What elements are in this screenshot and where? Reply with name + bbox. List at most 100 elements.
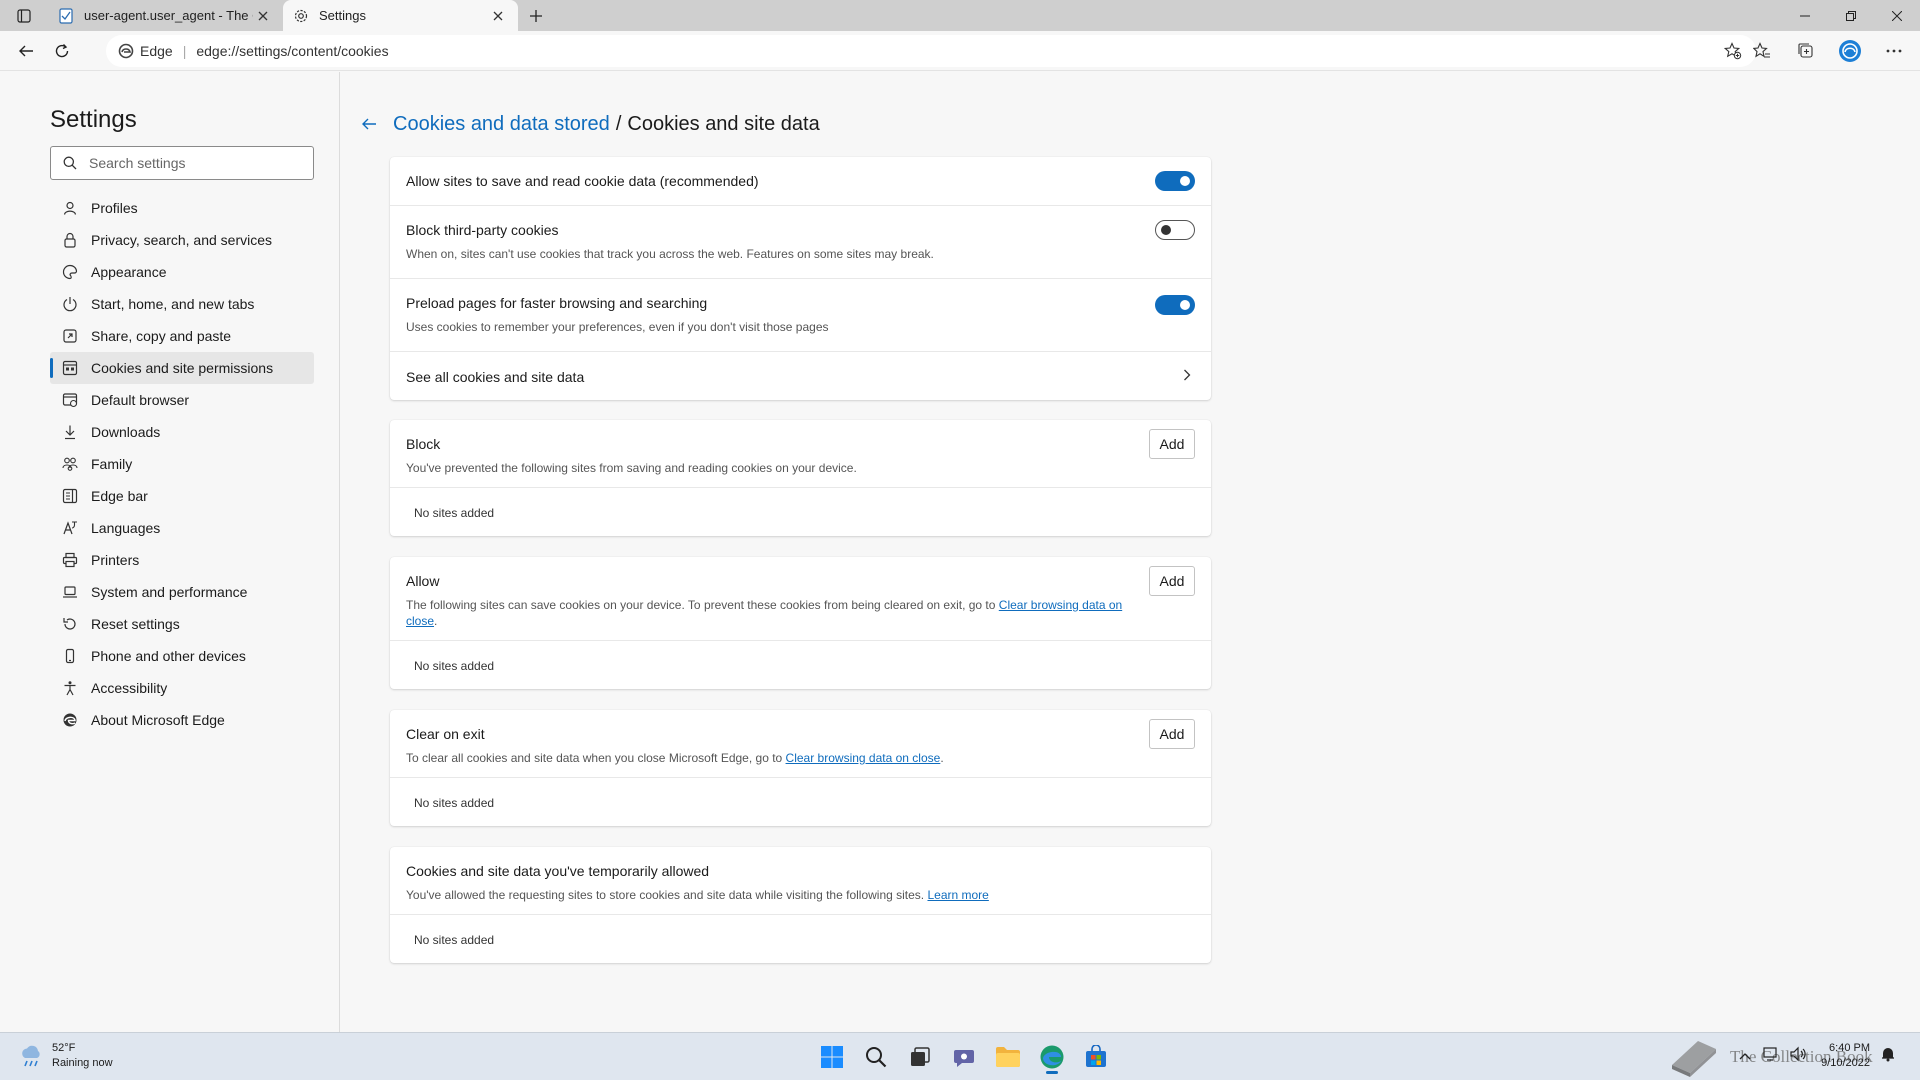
lock-icon <box>62 232 78 248</box>
section-empty-row: No sites added <box>390 488 1211 536</box>
file-explorer-button[interactable] <box>988 1039 1028 1075</box>
reset-icon <box>62 616 78 632</box>
collections-button[interactable] <box>1788 35 1824 67</box>
sidebar-item-label: Share, copy and paste <box>91 328 232 344</box>
section-description: The following sites can save cookies on … <box>406 597 1126 629</box>
see-all-cookies-row[interactable]: See all cookies and site data <box>390 352 1211 400</box>
sidebar-item-default-browser[interactable]: Default browser <box>50 384 314 416</box>
sidebar-item-label: Default browser <box>91 392 190 408</box>
page-icon <box>59 7 73 24</box>
windows-taskbar: 52°F Raining now The Collection Book 6:4… <box>0 1032 1920 1080</box>
clear-on-exit-section: Clear on exit To clear all cookies and s… <box>390 710 1211 826</box>
sidebar-item-share-copy-and-paste[interactable]: Share, copy and paste <box>50 320 314 352</box>
search-button[interactable] <box>856 1039 896 1075</box>
printer-icon <box>62 552 78 568</box>
volume-button[interactable] <box>1789 1046 1807 1067</box>
tab-strip: user-agent.user_agent - The Coll Setting… <box>0 0 1920 31</box>
allow-add-button[interactable]: Add <box>1149 566 1195 596</box>
chevron-right-icon <box>1184 369 1191 381</box>
notifications-button[interactable] <box>1880 1046 1896 1067</box>
speaker-icon <box>1790 1046 1806 1061</box>
sidebar-item-label: System and performance <box>91 584 248 600</box>
sidebar-item-accessibility[interactable]: Accessibility <box>50 672 314 704</box>
sidebar-item-family[interactable]: Family <box>50 448 314 480</box>
breadcrumb-separator: / <box>615 112 622 135</box>
sidebar-item-reset-settings[interactable]: Reset settings <box>50 608 314 640</box>
sidebar-item-downloads[interactable]: Downloads <box>50 416 314 448</box>
clock[interactable]: 6:40 PM 9/10/2022 <box>1821 1041 1870 1071</box>
sidebar-item-edge-bar[interactable]: Edge bar <box>50 480 314 512</box>
favorites-button[interactable] <box>1744 35 1780 67</box>
sidebar-item-label: Privacy, search, and services <box>91 232 273 248</box>
preload-toggle[interactable] <box>1155 295 1195 315</box>
phone-icon <box>62 648 78 664</box>
block-third-party-toggle[interactable] <box>1155 220 1195 240</box>
sidebar-item-system-and-performance[interactable]: System and performance <box>50 576 314 608</box>
address-url[interactable]: edge://settings/content/cookies <box>196 43 388 59</box>
sidebar-item-about-microsoft-edge[interactable]: About Microsoft Edge <box>50 704 314 736</box>
close-icon <box>1892 10 1902 21</box>
network-button[interactable] <box>1763 1046 1779 1067</box>
clear-browsing-data-link[interactable]: Clear browsing data on close <box>786 751 941 765</box>
task-view-button[interactable] <box>900 1039 940 1075</box>
sidebar-item-appearance[interactable]: Appearance <box>50 256 314 288</box>
sidebar-item-profiles[interactable]: Profiles <box>50 192 314 224</box>
show-hidden-icons-button[interactable] <box>1739 1047 1751 1065</box>
allow-cookies-toggle[interactable] <box>1155 171 1195 191</box>
close-tab-button[interactable] <box>488 6 508 26</box>
empty-message: No sites added <box>414 659 495 673</box>
empty-message: No sites added <box>414 506 495 520</box>
sidebar-item-languages[interactable]: Languages <box>50 512 314 544</box>
sidebar-item-cookies-and-site-permissions[interactable]: Cookies and site permissions <box>50 352 314 384</box>
block-add-button[interactable]: Add <box>1149 429 1195 459</box>
more-options-button[interactable] <box>1876 35 1912 67</box>
store-button[interactable] <box>1076 1039 1116 1075</box>
edge-taskbar-button[interactable] <box>1032 1039 1072 1075</box>
close-tab-button[interactable] <box>253 6 273 26</box>
clock-date: 9/10/2022 <box>1821 1057 1870 1069</box>
settings-main: Cookies and data stored / Cookies and si… <box>341 72 1920 1032</box>
windows-logo-icon <box>821 1046 843 1068</box>
search-input[interactable] <box>89 155 299 171</box>
close-window-button[interactable] <box>1874 0 1920 31</box>
start-button[interactable] <box>812 1039 852 1075</box>
sidebar-item-phone-and-other-devices[interactable]: Phone and other devices <box>50 640 314 672</box>
chevron-up-icon <box>1739 1053 1751 1060</box>
collections-icon <box>1798 43 1813 58</box>
sidebar-item-start-home-and-new-tabs[interactable]: Start, home, and new tabs <box>50 288 314 320</box>
tab-actions-icon <box>17 8 31 23</box>
section-header: Clear on exit To clear all cookies and s… <box>390 710 1211 778</box>
section-empty-row: No sites added <box>390 915 1211 963</box>
laptop-icon <box>62 584 78 600</box>
breadcrumb-parent-link[interactable]: Cookies and data stored <box>393 113 610 136</box>
tab-user-agent[interactable]: user-agent.user_agent - The Coll <box>48 0 283 31</box>
tab-actions-button[interactable] <box>0 0 48 31</box>
sidebar-item-printers[interactable]: Printers <box>50 544 314 576</box>
see-all-cookies-button[interactable] <box>1171 359 1203 391</box>
restore-button[interactable] <box>1828 0 1874 31</box>
edge-bar-icon <box>62 488 78 504</box>
tab-settings[interactable]: Settings <box>283 0 518 31</box>
search-box[interactable] <box>50 146 314 180</box>
sidebar-item-privacy-search-and-services[interactable]: Privacy, search, and services <box>50 224 314 256</box>
back-button[interactable] <box>8 35 44 67</box>
profile-button[interactable] <box>1832 35 1868 67</box>
sidebar-item-label: Languages <box>91 520 161 536</box>
bell-icon <box>1882 1047 1894 1061</box>
back-to-parent-button[interactable] <box>357 112 381 136</box>
minimize-button[interactable] <box>1782 0 1828 31</box>
allow-section: Allow The following sites can save cooki… <box>390 557 1211 689</box>
learn-more-link[interactable]: Learn more <box>927 888 988 902</box>
settings-nav: Profiles Privacy, search, and services App… <box>50 192 314 736</box>
sidebar-item-label: Accessibility <box>91 680 168 696</box>
gear-icon <box>294 9 308 22</box>
breadcrumb: Cookies and data stored / Cookies and si… <box>357 112 820 136</box>
new-tab-button[interactable] <box>518 0 554 31</box>
weather-widget[interactable]: 52°F Raining now <box>18 1041 113 1071</box>
book-logo-icon <box>1672 1041 1716 1077</box>
refresh-button[interactable] <box>44 35 80 67</box>
address-bar[interactable]: Edge | edge://settings/content/cookies <box>106 35 1756 67</box>
chat-button[interactable] <box>944 1039 984 1075</box>
address-separator: | <box>182 43 187 59</box>
clear-on-exit-add-button[interactable]: Add <box>1149 719 1195 749</box>
